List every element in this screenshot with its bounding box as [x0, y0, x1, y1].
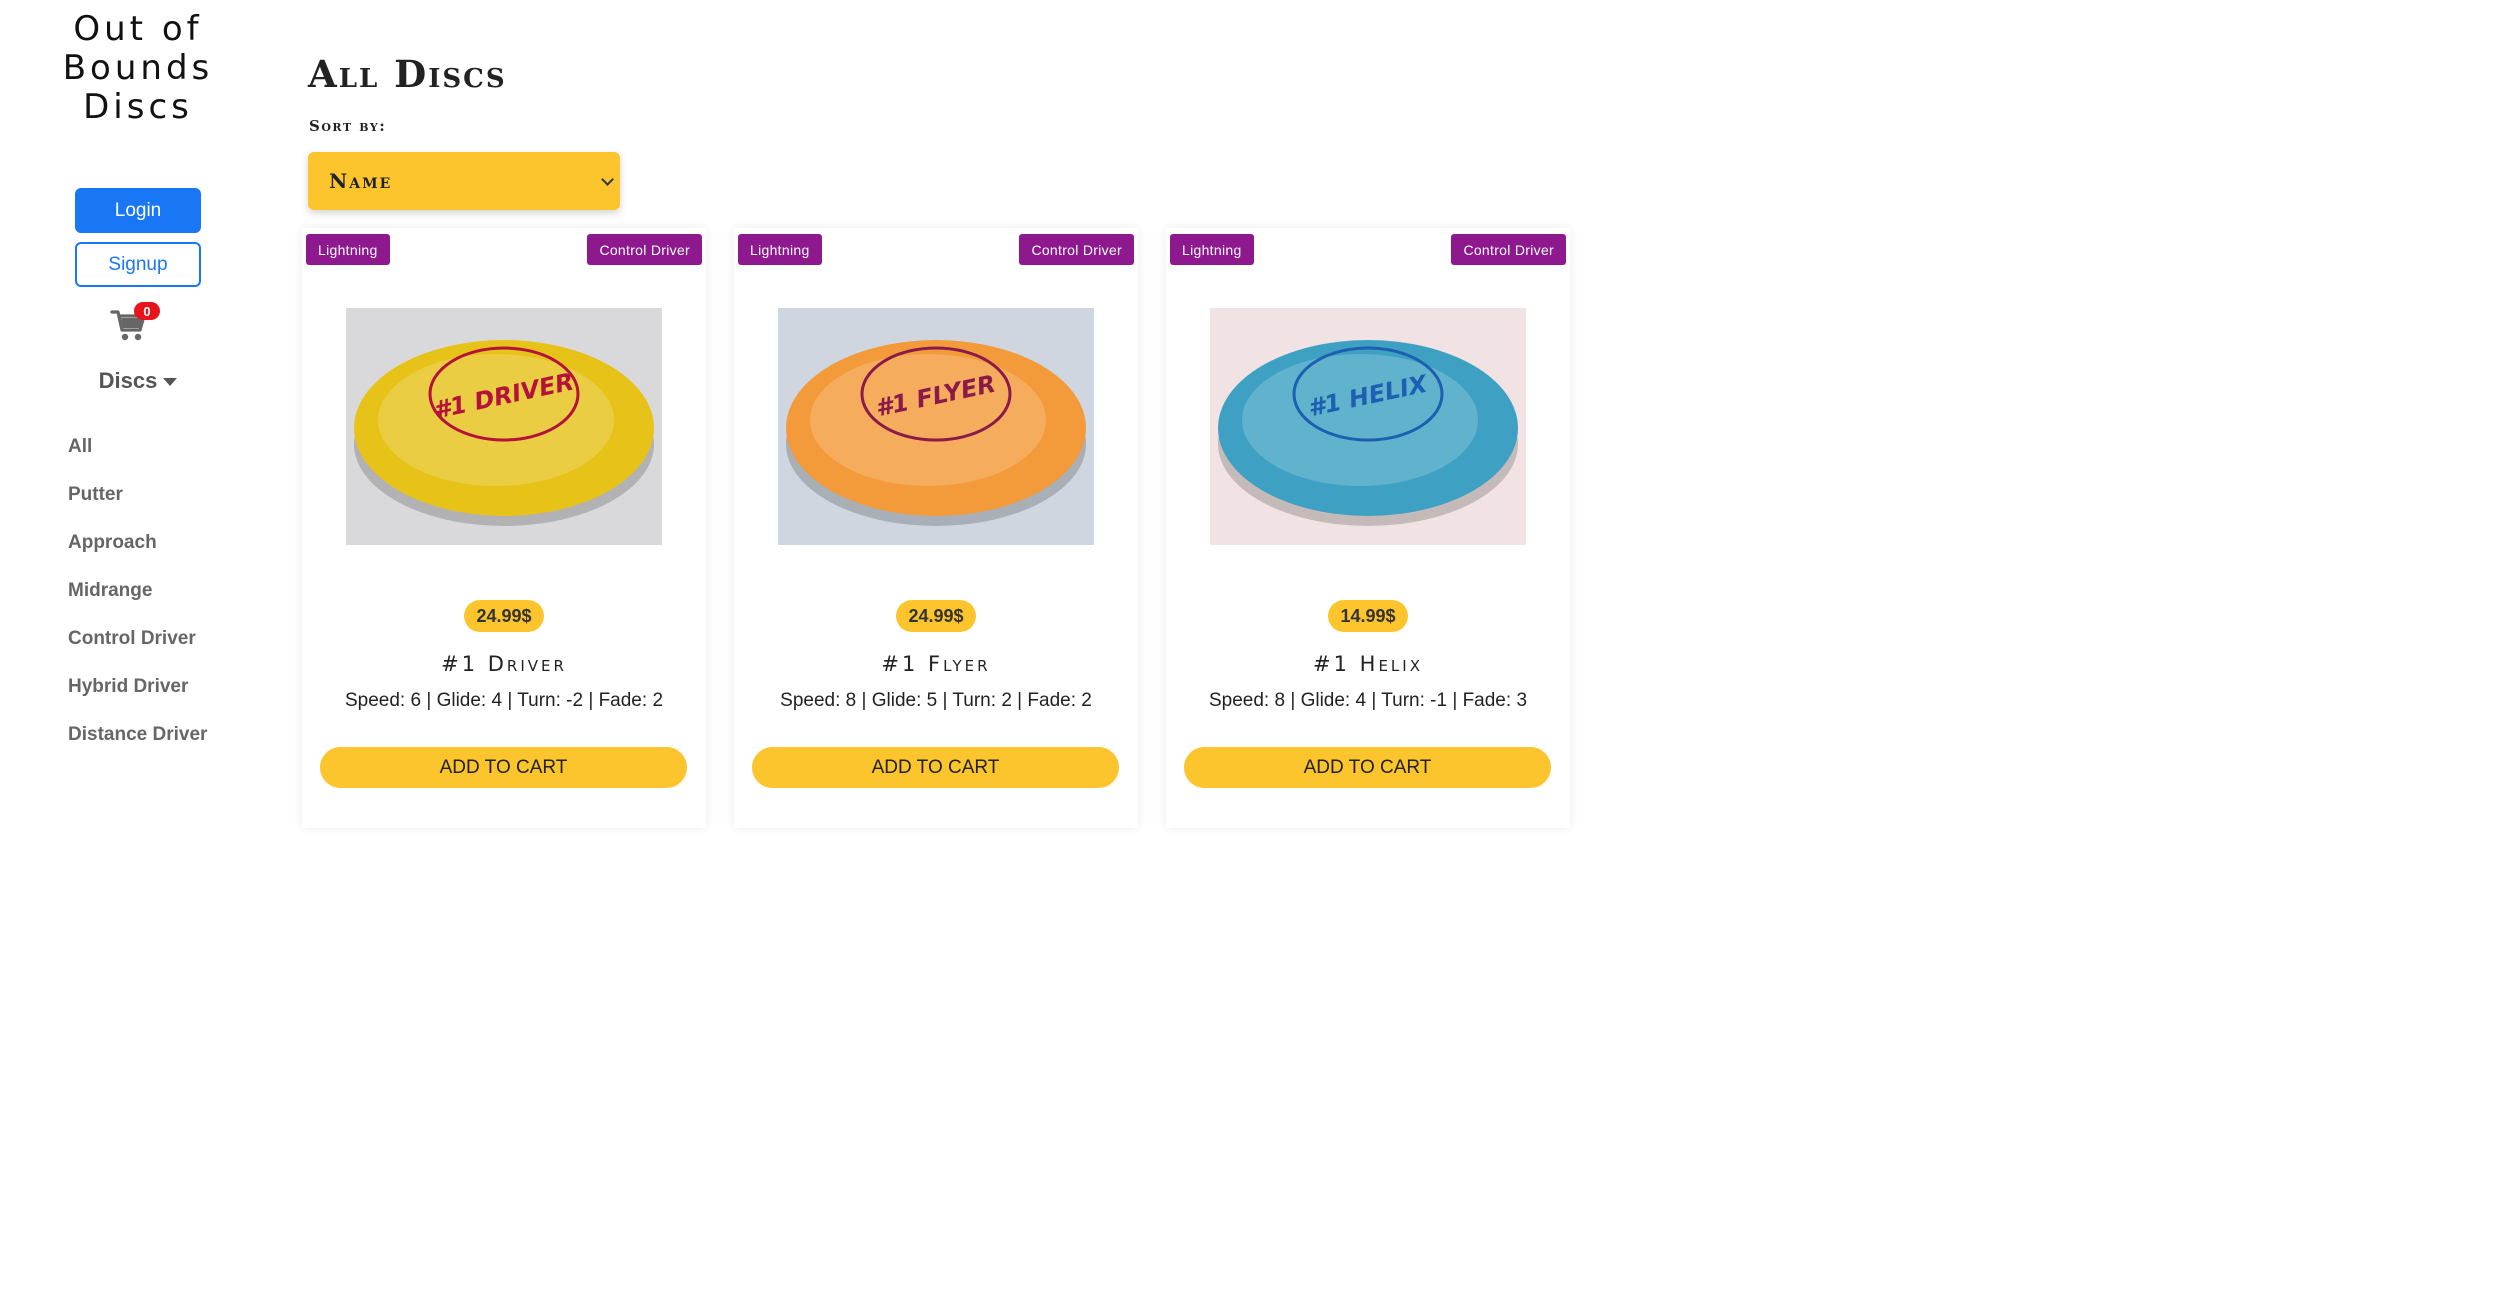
brand-tag[interactable]: Lightning [738, 234, 822, 265]
brand-tag[interactable]: Lightning [306, 234, 390, 265]
category-item-midrange[interactable]: Midrange [68, 580, 207, 628]
disc-name: #1 Driver [441, 652, 567, 676]
signup-button[interactable]: Signup [75, 242, 201, 287]
glide-label: Glide: [1300, 690, 1351, 711]
sort-selected-value: Name [329, 169, 393, 193]
speed-value: 6 [410, 690, 422, 711]
disc-name: #1 Helix [1313, 652, 1423, 676]
disc-illustration: #1 HELIX [1218, 340, 1518, 526]
price-badge: 24.99$ [464, 600, 544, 632]
sort-label: Sort by: [309, 117, 387, 135]
discs-toggle-label: Discs [98, 368, 158, 393]
turn-value: 2 [1001, 690, 1012, 711]
product-card: Lightning Control Driver #1 HELIX 14.99$… [1166, 228, 1570, 828]
sort-select[interactable]: Name [308, 152, 620, 210]
category-list: All Putter Approach Midrange Control Dri… [68, 436, 207, 772]
speed-label: Speed: [780, 690, 841, 711]
glide-label: Glide: [871, 690, 922, 711]
add-to-cart-button[interactable]: ADD TO CART [1184, 747, 1551, 788]
turn-label: Turn: [1381, 690, 1425, 711]
brand-logo-text[interactable]: Out of Bounds Discs [0, 10, 276, 127]
discs-dropdown-toggle[interactable]: Discs [0, 368, 276, 394]
disc-name: #1 Flyer [881, 652, 991, 676]
glide-value: 4 [491, 690, 503, 711]
category-item-control-driver[interactable]: Control Driver [68, 628, 207, 676]
fade-label: Fade: [598, 690, 648, 711]
category-item-putter[interactable]: Putter [68, 484, 207, 532]
fade-label: Fade: [1462, 690, 1512, 711]
speed-value: 8 [845, 690, 857, 711]
category-item-approach[interactable]: Approach [68, 532, 207, 580]
fade-value: 2 [652, 690, 664, 711]
cart-count-badge: 0 [134, 302, 160, 320]
category-item-distance-driver[interactable]: Distance Driver [68, 724, 207, 772]
turn-value: -1 [1430, 690, 1448, 711]
price-badge: 14.99$ [1328, 600, 1408, 632]
add-to-cart-button[interactable]: ADD TO CART [320, 747, 687, 788]
category-item-all[interactable]: All [68, 436, 207, 484]
product-card: Lightning Control Driver #1 DRIVER 24.99… [302, 228, 706, 828]
turn-value: -2 [566, 690, 584, 711]
disc-image[interactable]: #1 DRIVER [346, 308, 662, 545]
page: Out of Bounds Discs Login Signup 0 Discs… [0, 0, 1570, 828]
category-item-hybrid-driver[interactable]: Hybrid Driver [68, 676, 207, 724]
product-card: Lightning Control Driver #1 FLYER 24.99$… [734, 228, 1138, 828]
cart-button[interactable]: 0 [110, 300, 164, 342]
turn-label: Turn: [517, 690, 561, 711]
type-tag[interactable]: Control Driver [587, 234, 702, 265]
price-row: 14.99$ [1166, 600, 1570, 632]
page-title: All Discs [308, 52, 507, 96]
price-row: 24.99$ [734, 600, 1138, 632]
price-row: 24.99$ [302, 600, 706, 632]
flight-stats: Speed: 8 | Glide: 5 | Turn: 2 | Fade: 2 [780, 690, 1092, 711]
fade-value: 2 [1081, 690, 1092, 711]
flight-stats: Speed: 6 | Glide: 4 | Turn: -2 | Fade: 2 [344, 690, 664, 711]
disc-image[interactable]: #1 FLYER [778, 308, 1094, 545]
type-tag[interactable]: Control Driver [1019, 234, 1134, 265]
add-to-cart-button[interactable]: ADD TO CART [752, 747, 1119, 788]
disc-image[interactable]: #1 HELIX [1210, 308, 1526, 545]
sidebar: Out of Bounds Discs Login Signup 0 Discs… [0, 0, 276, 811]
speed-value: 8 [1274, 690, 1286, 711]
chevron-down-icon [601, 173, 614, 186]
turn-label: Turn: [952, 690, 997, 711]
login-button[interactable]: Login [75, 188, 201, 233]
glide-value: 5 [926, 690, 938, 711]
speed-label: Speed: [1208, 690, 1270, 711]
glide-label: Glide: [436, 690, 487, 711]
fade-label: Fade: [1027, 690, 1076, 711]
price-badge: 24.99$ [896, 600, 976, 632]
caret-down-icon [163, 378, 178, 387]
speed-label: Speed: [344, 690, 406, 711]
glide-value: 4 [1355, 690, 1367, 711]
disc-illustration: #1 DRIVER [354, 340, 654, 526]
brand-tag[interactable]: Lightning [1170, 234, 1254, 265]
flight-stats: Speed: 8 | Glide: 4 | Turn: -1 | Fade: 3 [1208, 690, 1528, 711]
type-tag[interactable]: Control Driver [1451, 234, 1566, 265]
disc-illustration: #1 FLYER [786, 340, 1086, 526]
fade-value: 3 [1516, 690, 1528, 711]
